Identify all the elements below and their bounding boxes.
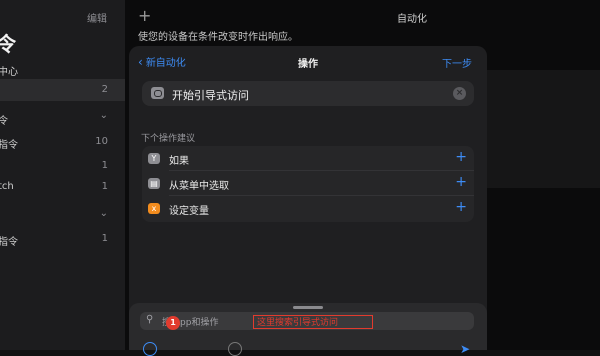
suggestion-label: 从菜单中选取 — [169, 181, 229, 192]
sheet-title: 操作 — [298, 59, 318, 70]
add-icon[interactable]: + — [455, 174, 467, 190]
sidebar-item-gallery[interactable]: 中心 — [0, 60, 125, 78]
sidebar-section-shortcuts[interactable]: 令 ⌄ — [0, 109, 125, 127]
suggestions-header: 下个操作建议 — [141, 134, 196, 144]
suggestion-label: 设定变量 — [169, 206, 209, 217]
guided-access-icon — [151, 87, 164, 99]
sidebar-title: 令 — [0, 32, 16, 56]
edit-button[interactable]: 编辑 — [87, 10, 107, 25]
suggestions-list: Y 如果 + ▤ 从菜单中选取 + x 设定变量 + — [142, 146, 474, 222]
suggestion-if[interactable]: Y 如果 + — [142, 146, 474, 171]
chevron-down-icon[interactable]: ⌄ — [100, 208, 108, 219]
branch-icon: Y — [148, 153, 160, 164]
annotation-callout: 这里搜索引导式访问 — [253, 315, 373, 329]
sidebar-item-count: 1 — [101, 160, 108, 171]
next-button[interactable]: 下一步 — [442, 55, 472, 70]
drag-handle[interactable] — [293, 306, 323, 309]
sidebar-item-automation[interactable]: 2 — [0, 79, 125, 101]
remove-action-icon[interactable]: × — [453, 87, 466, 100]
step-badge: 1 — [166, 316, 180, 330]
variable-icon: x — [148, 203, 160, 214]
sheet-header: ‹ 新自动化 操作 下一步 — [129, 46, 487, 74]
add-icon[interactable]: + — [455, 149, 467, 165]
send-icon[interactable]: ➤ — [460, 342, 470, 356]
sidebar-item-label: 指令 — [0, 140, 18, 151]
action-card[interactable]: 开始引导式访问 × — [142, 81, 474, 106]
sidebar-item[interactable]: 1 — [0, 157, 125, 175]
page-subtitle: 使您的设备在条件改变时作出响应。 — [138, 32, 298, 43]
sidebar-item-all-shortcuts[interactable]: 指令 10 — [0, 133, 125, 151]
sidebar-item-count: 10 — [95, 136, 108, 147]
sidebar-item-count: 1 — [101, 233, 108, 244]
sidebar-item-label: tch — [0, 181, 14, 192]
sidebar-section-label: 令 — [0, 116, 8, 127]
add-icon[interactable]: + — [138, 6, 151, 25]
sidebar-section-folders[interactable]: ⌄ — [0, 207, 125, 225]
menu-icon: ▤ — [148, 178, 160, 189]
sidebar-item-label: 指令 — [0, 237, 18, 248]
suggestion-choose-from-menu[interactable]: ▤ 从菜单中选取 + — [142, 171, 474, 196]
sidebar-item-count: 2 — [101, 84, 108, 95]
sidebar-item-folder[interactable]: 指令 1 — [0, 230, 125, 248]
suggestion-set-variable[interactable]: x 设定变量 + — [142, 196, 474, 221]
sidebar-item-watch[interactable]: tch 1 — [0, 178, 125, 196]
category-icon[interactable] — [143, 342, 157, 356]
sidebar: 编辑 令 中心 2 令 ⌄ 指令 10 1 tch 1 ⌄ 指令 1 — [0, 0, 125, 350]
action-label: 开始引导式访问 — [172, 89, 249, 102]
add-icon[interactable]: + — [455, 199, 467, 215]
background-card — [486, 70, 600, 188]
page-title: 自动化 — [397, 14, 427, 25]
suggestion-label: 如果 — [169, 156, 189, 167]
search-icon: ⚲ — [146, 314, 154, 325]
sidebar-item-count: 1 — [101, 181, 108, 192]
category-icon[interactable] — [228, 342, 242, 356]
sidebar-item-label: 中心 — [0, 67, 18, 78]
chevron-down-icon[interactable]: ⌄ — [100, 110, 108, 121]
